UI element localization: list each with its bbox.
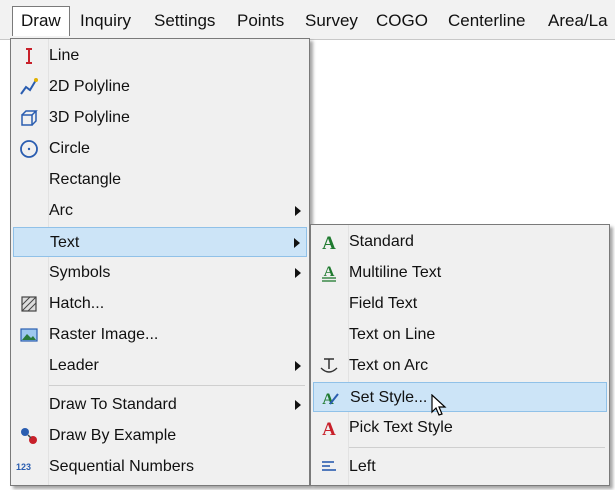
3d-polyline-icon — [21, 110, 38, 126]
menu-item-line[interactable]: Line — [13, 41, 307, 71]
menu-item-label: Standard — [349, 233, 414, 250]
pick-text-style-icon: A — [322, 419, 336, 438]
menu-item-draw-to-standard[interactable]: Draw To Standard — [13, 390, 307, 420]
menu-item-label: Raster Image... — [49, 326, 159, 343]
menu-item-label: Text on Line — [349, 326, 436, 343]
menu-item-label: Text — [50, 234, 80, 251]
menu-item-label: Sequential Numbers — [49, 458, 194, 475]
menu-item-label: Leader — [49, 357, 99, 374]
menu-points[interactable]: Points — [229, 6, 292, 36]
menu-item-draw-by-example[interactable]: Draw By Example — [13, 421, 307, 451]
svg-text:A: A — [322, 233, 336, 252]
menu-item-label: Left — [349, 458, 376, 475]
menu-area-layout[interactable]: Area/La — [540, 6, 615, 36]
menu-item-label: Draw To Standard — [49, 396, 177, 413]
menu-cogo[interactable]: COGO — [368, 6, 436, 36]
menu-item-label: 2D Polyline — [49, 78, 130, 95]
submenu-arrow-icon — [294, 238, 300, 248]
multiline-text-icon: A — [322, 264, 336, 282]
menu-item-3d-polyline[interactable]: 3D Polyline — [13, 103, 307, 133]
menubar: Draw Inquiry Settings Points Survey COGO… — [0, 0, 615, 40]
menu-item-2d-polyline[interactable]: 2D Polyline — [13, 72, 307, 102]
menu-item-standard[interactable]: A Standard — [313, 227, 607, 257]
menu-item-label: Hatch... — [49, 295, 105, 312]
menu-item-text-on-line[interactable]: Text on Line — [313, 320, 607, 350]
circle-icon — [20, 140, 38, 158]
menu-item-label: Field Text — [349, 295, 418, 312]
submenu-arrow-icon — [295, 206, 301, 216]
menu-item-label: Circle — [49, 140, 90, 157]
menu-item-label: Draw By Example — [49, 427, 177, 444]
mouse-cursor-icon — [431, 394, 447, 416]
menu-separator — [49, 385, 305, 386]
menu-item-label: Line — [49, 47, 80, 64]
menu-centerline[interactable]: Centerline — [440, 6, 534, 36]
menu-survey[interactable]: Survey — [297, 6, 366, 36]
menu-item-text-on-arc[interactable]: Text on Arc — [313, 351, 607, 381]
menu-item-pick-text-style[interactable]: A Pick Text Style — [313, 413, 607, 443]
menu-item-hatch[interactable]: Hatch... — [13, 289, 307, 319]
menu-item-label: Arc — [49, 202, 73, 219]
menu-inquiry[interactable]: Inquiry — [72, 6, 139, 36]
menu-item-raster-image[interactable]: Raster Image... — [13, 320, 307, 350]
text-submenu: A Standard A Multiline Text Field Text T… — [310, 224, 610, 486]
menu-item-label: Set Style... — [350, 389, 428, 406]
menu-item-label: Rectangle — [49, 171, 122, 188]
menu-item-multiline-text[interactable]: A Multiline Text — [313, 258, 607, 288]
menu-item-arc[interactable]: Arc — [13, 196, 307, 226]
draw-menu: Line 2D Polyline 3D Polyline Circle Rect… — [10, 38, 310, 486]
submenu-arrow-icon — [295, 268, 301, 278]
2d-polyline-icon — [20, 78, 38, 95]
menu-settings[interactable]: Settings — [146, 6, 223, 36]
menu-item-label: Text on Arc — [349, 357, 429, 374]
submenu-arrow-icon — [295, 400, 301, 410]
menu-item-symbols[interactable]: Symbols — [13, 258, 307, 288]
submenu-arrow-icon — [295, 361, 301, 371]
sequential-numbers-icon: 123 — [16, 462, 32, 472]
menu-item-text[interactable]: Text — [13, 227, 307, 257]
draw-by-example-icon — [21, 428, 37, 444]
menu-item-sequential-numbers[interactable]: 123 Sequential Numbers — [13, 452, 307, 482]
align-left-icon — [322, 461, 336, 471]
menu-item-label: Multiline Text — [349, 264, 442, 281]
line-icon — [26, 48, 32, 64]
text-on-arc-icon — [320, 358, 338, 373]
menu-draw[interactable]: Draw — [12, 6, 70, 36]
standard-text-icon: A — [322, 233, 336, 252]
menu-item-circle[interactable]: Circle — [13, 134, 307, 164]
menu-item-set-style[interactable]: A Set Style... — [313, 382, 607, 412]
menu-item-left[interactable]: Left — [313, 452, 607, 482]
menu-item-rectangle[interactable]: Rectangle — [13, 165, 307, 195]
menu-item-label: 3D Polyline — [49, 109, 130, 126]
menu-separator — [349, 447, 605, 448]
menu-item-field-text[interactable]: Field Text — [313, 289, 607, 319]
set-style-icon: A — [322, 391, 339, 408]
menu-item-leader[interactable]: Leader — [13, 351, 307, 381]
raster-image-icon — [20, 328, 38, 342]
menu-item-label: Symbols — [49, 264, 111, 281]
hatch-icon — [21, 296, 37, 312]
svg-text:A: A — [322, 419, 336, 438]
